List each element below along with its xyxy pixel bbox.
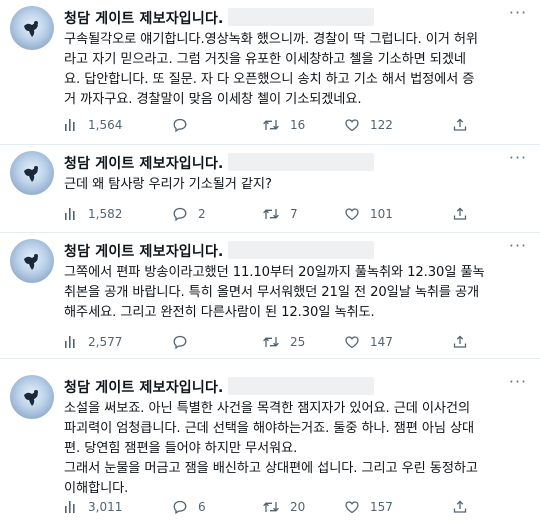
author-handle (228, 377, 374, 395)
views-count: 1,564 (88, 118, 123, 132)
like-count: 122 (370, 118, 393, 132)
views-button[interactable]: 1,564 (64, 115, 122, 135)
share-button[interactable] (452, 332, 468, 352)
more-icon[interactable]: ··· (508, 150, 528, 167)
share-icon (453, 335, 467, 348)
retweet-count: 20 (290, 500, 306, 514)
tweet-line: 라고 자기 믿으라고. 그럼 거짓을 유포한 이세창하고 첼을 기소하면 되겠네 (64, 52, 466, 67)
avatar[interactable] (10, 239, 54, 283)
tweet-line: 파괴력이 엄청큽니다. 근데 선택을 해야하는거죠. 둘중 하나. 잼편 아님 … (64, 421, 475, 436)
like-icon (345, 336, 359, 349)
retweet-count: 7 (290, 207, 298, 221)
like-count: 101 (370, 207, 393, 221)
more-icon[interactable]: ··· (508, 238, 528, 255)
tweet-text: 구속될각오로 얘기합니다.영상녹화 했으니까. 경찰이 딱 그럽니다. 이거 허… (64, 30, 524, 110)
tweet-2[interactable]: 청담 게이트 제보자입니다. ··· 근데 왜 탐사랑 우리가 기소될거 같지?… (0, 145, 540, 233)
retweet-icon (263, 209, 279, 219)
like-button[interactable]: 147 (344, 332, 393, 352)
author-handle (228, 8, 374, 26)
reply-button[interactable] (172, 332, 198, 352)
author-name[interactable]: 청담 게이트 제보자입니다. (64, 377, 224, 397)
tweet-4[interactable]: 청담 게이트 제보자입니다. ··· 소설을 써보죠. 아닌 특별한 사건을 목… (0, 369, 540, 523)
retweet-icon (263, 337, 279, 347)
share-icon (453, 118, 467, 131)
action-bar: 3,011 6 20 157 (64, 497, 524, 517)
like-icon (345, 208, 359, 221)
avatar-image (24, 254, 38, 270)
retweet-count: 25 (290, 335, 306, 349)
views-button[interactable]: 1,582 (64, 204, 122, 224)
views-count: 3,011 (88, 500, 123, 514)
tweet-1[interactable]: 청담 게이트 제보자입니다. ··· 구속될각오로 얘기합니다.영상녹화 했으니… (0, 0, 540, 145)
tweet-line: 취본을 공개 바랍니다. 특히 올면서 무서워했던 21일 전 20일날 녹취를… (64, 285, 480, 300)
retweet-button[interactable]: 16 (262, 115, 305, 135)
reply-icon (173, 500, 187, 515)
avatar-image (24, 166, 38, 182)
views-count: 2,577 (88, 335, 123, 349)
author-handle (228, 153, 374, 171)
share-icon (453, 207, 467, 220)
tweet-line: 구속될각오로 얘기합니다.영상녹화 했으니까. 경찰이 딱 그럽니다. 이거 허… (64, 32, 478, 47)
action-bar: 1,564 16 122 (64, 115, 524, 135)
tweet-3[interactable]: 청담 게이트 제보자입니다. ··· 그쪽에서 편파 방송이라고했던 11.10… (0, 233, 540, 359)
share-button[interactable] (452, 115, 468, 135)
retweet-icon (263, 120, 279, 130)
reply-button[interactable]: 2 (172, 204, 206, 224)
views-button[interactable]: 2,577 (64, 332, 122, 352)
tweet-line: 이해합니다. (64, 481, 129, 496)
retweet-button[interactable]: 25 (262, 332, 305, 352)
tweet-line: 그쪽에서 편파 방송이라고했던 11.10부터 20일까지 풀녹취와 12.30… (64, 265, 485, 280)
reply-icon (173, 335, 187, 350)
tweet-text: 소설을 써보죠. 아닌 특별한 사건을 목격한 잼지자가 있어요. 근데 이사건… (64, 399, 524, 499)
reply-count: 2 (198, 207, 206, 221)
like-icon (345, 119, 359, 132)
retweet-button[interactable]: 7 (262, 204, 298, 224)
more-icon[interactable]: ··· (508, 374, 528, 391)
like-button[interactable]: 101 (344, 204, 393, 224)
tweet-text: 그쪽에서 편파 방송이라고했던 11.10부터 20일까지 풀녹취와 12.30… (64, 263, 524, 323)
avatar-image (24, 390, 38, 406)
views-count: 1,582 (88, 207, 123, 221)
share-button[interactable] (452, 497, 468, 517)
reply-icon (173, 207, 187, 222)
reply-button[interactable] (172, 115, 198, 135)
tweet-line: 요. 답안합니다. 또 질문. 자 다 오픈했으니 송치 하고 기소 해서 법정… (64, 72, 475, 87)
views-icon (65, 501, 75, 513)
like-button[interactable]: 157 (344, 497, 393, 517)
views-icon (65, 119, 75, 131)
retweet-icon (263, 502, 279, 512)
views-icon (65, 336, 75, 348)
tweet-text: 근데 왜 탐사랑 우리가 기소될거 같지? (64, 175, 524, 195)
share-button[interactable] (452, 204, 468, 224)
tweet-line: 편. 당연힘 잼편을 들어야 하지만 무서워요. (64, 441, 298, 456)
like-count: 157 (370, 500, 393, 514)
reply-icon (173, 118, 187, 133)
tweet-line: 근데 왜 탐사랑 우리가 기소될거 같지? (64, 177, 272, 192)
author-name[interactable]: 청담 게이트 제보자입니다. (64, 241, 224, 261)
like-count: 147 (370, 335, 393, 349)
views-icon (65, 208, 75, 220)
tweet-line: 해주세요. 그리고 완전히 다른사람이 된 12.30일 녹취도. (64, 305, 375, 320)
avatar-image (24, 21, 38, 37)
more-icon[interactable]: ··· (508, 5, 528, 22)
action-bar: 2,577 25 147 (64, 332, 524, 352)
author-name[interactable]: 청담 게이트 제보자입니다. (64, 153, 224, 173)
author-handle (228, 241, 374, 259)
action-bar: 1,582 2 7 101 (64, 204, 524, 224)
like-icon (345, 501, 359, 514)
retweet-button[interactable]: 20 (262, 497, 305, 517)
tweet-line: 거 까자구요. 경찰말이 맞음 이세창 첼이 기소되겠네요. (64, 92, 362, 107)
avatar[interactable] (10, 375, 54, 419)
avatar[interactable] (10, 6, 54, 50)
author-name[interactable]: 청담 게이트 제보자입니다. (64, 8, 224, 28)
tweet-line: 소설을 써보죠. 아닌 특별한 사건을 목격한 잼지자가 있어요. 근데 이사건… (64, 401, 470, 416)
like-button[interactable]: 122 (344, 115, 393, 135)
reply-button[interactable]: 6 (172, 497, 206, 517)
avatar[interactable] (10, 151, 54, 195)
tweet-line: 그래서 눈물을 머금고 잼을 배신하고 상대편에 섭니다. 그리고 우린 동정하… (64, 461, 478, 476)
reply-count: 6 (198, 500, 206, 514)
share-icon (453, 500, 467, 513)
views-button[interactable]: 3,011 (64, 497, 122, 517)
retweet-count: 16 (290, 118, 306, 132)
